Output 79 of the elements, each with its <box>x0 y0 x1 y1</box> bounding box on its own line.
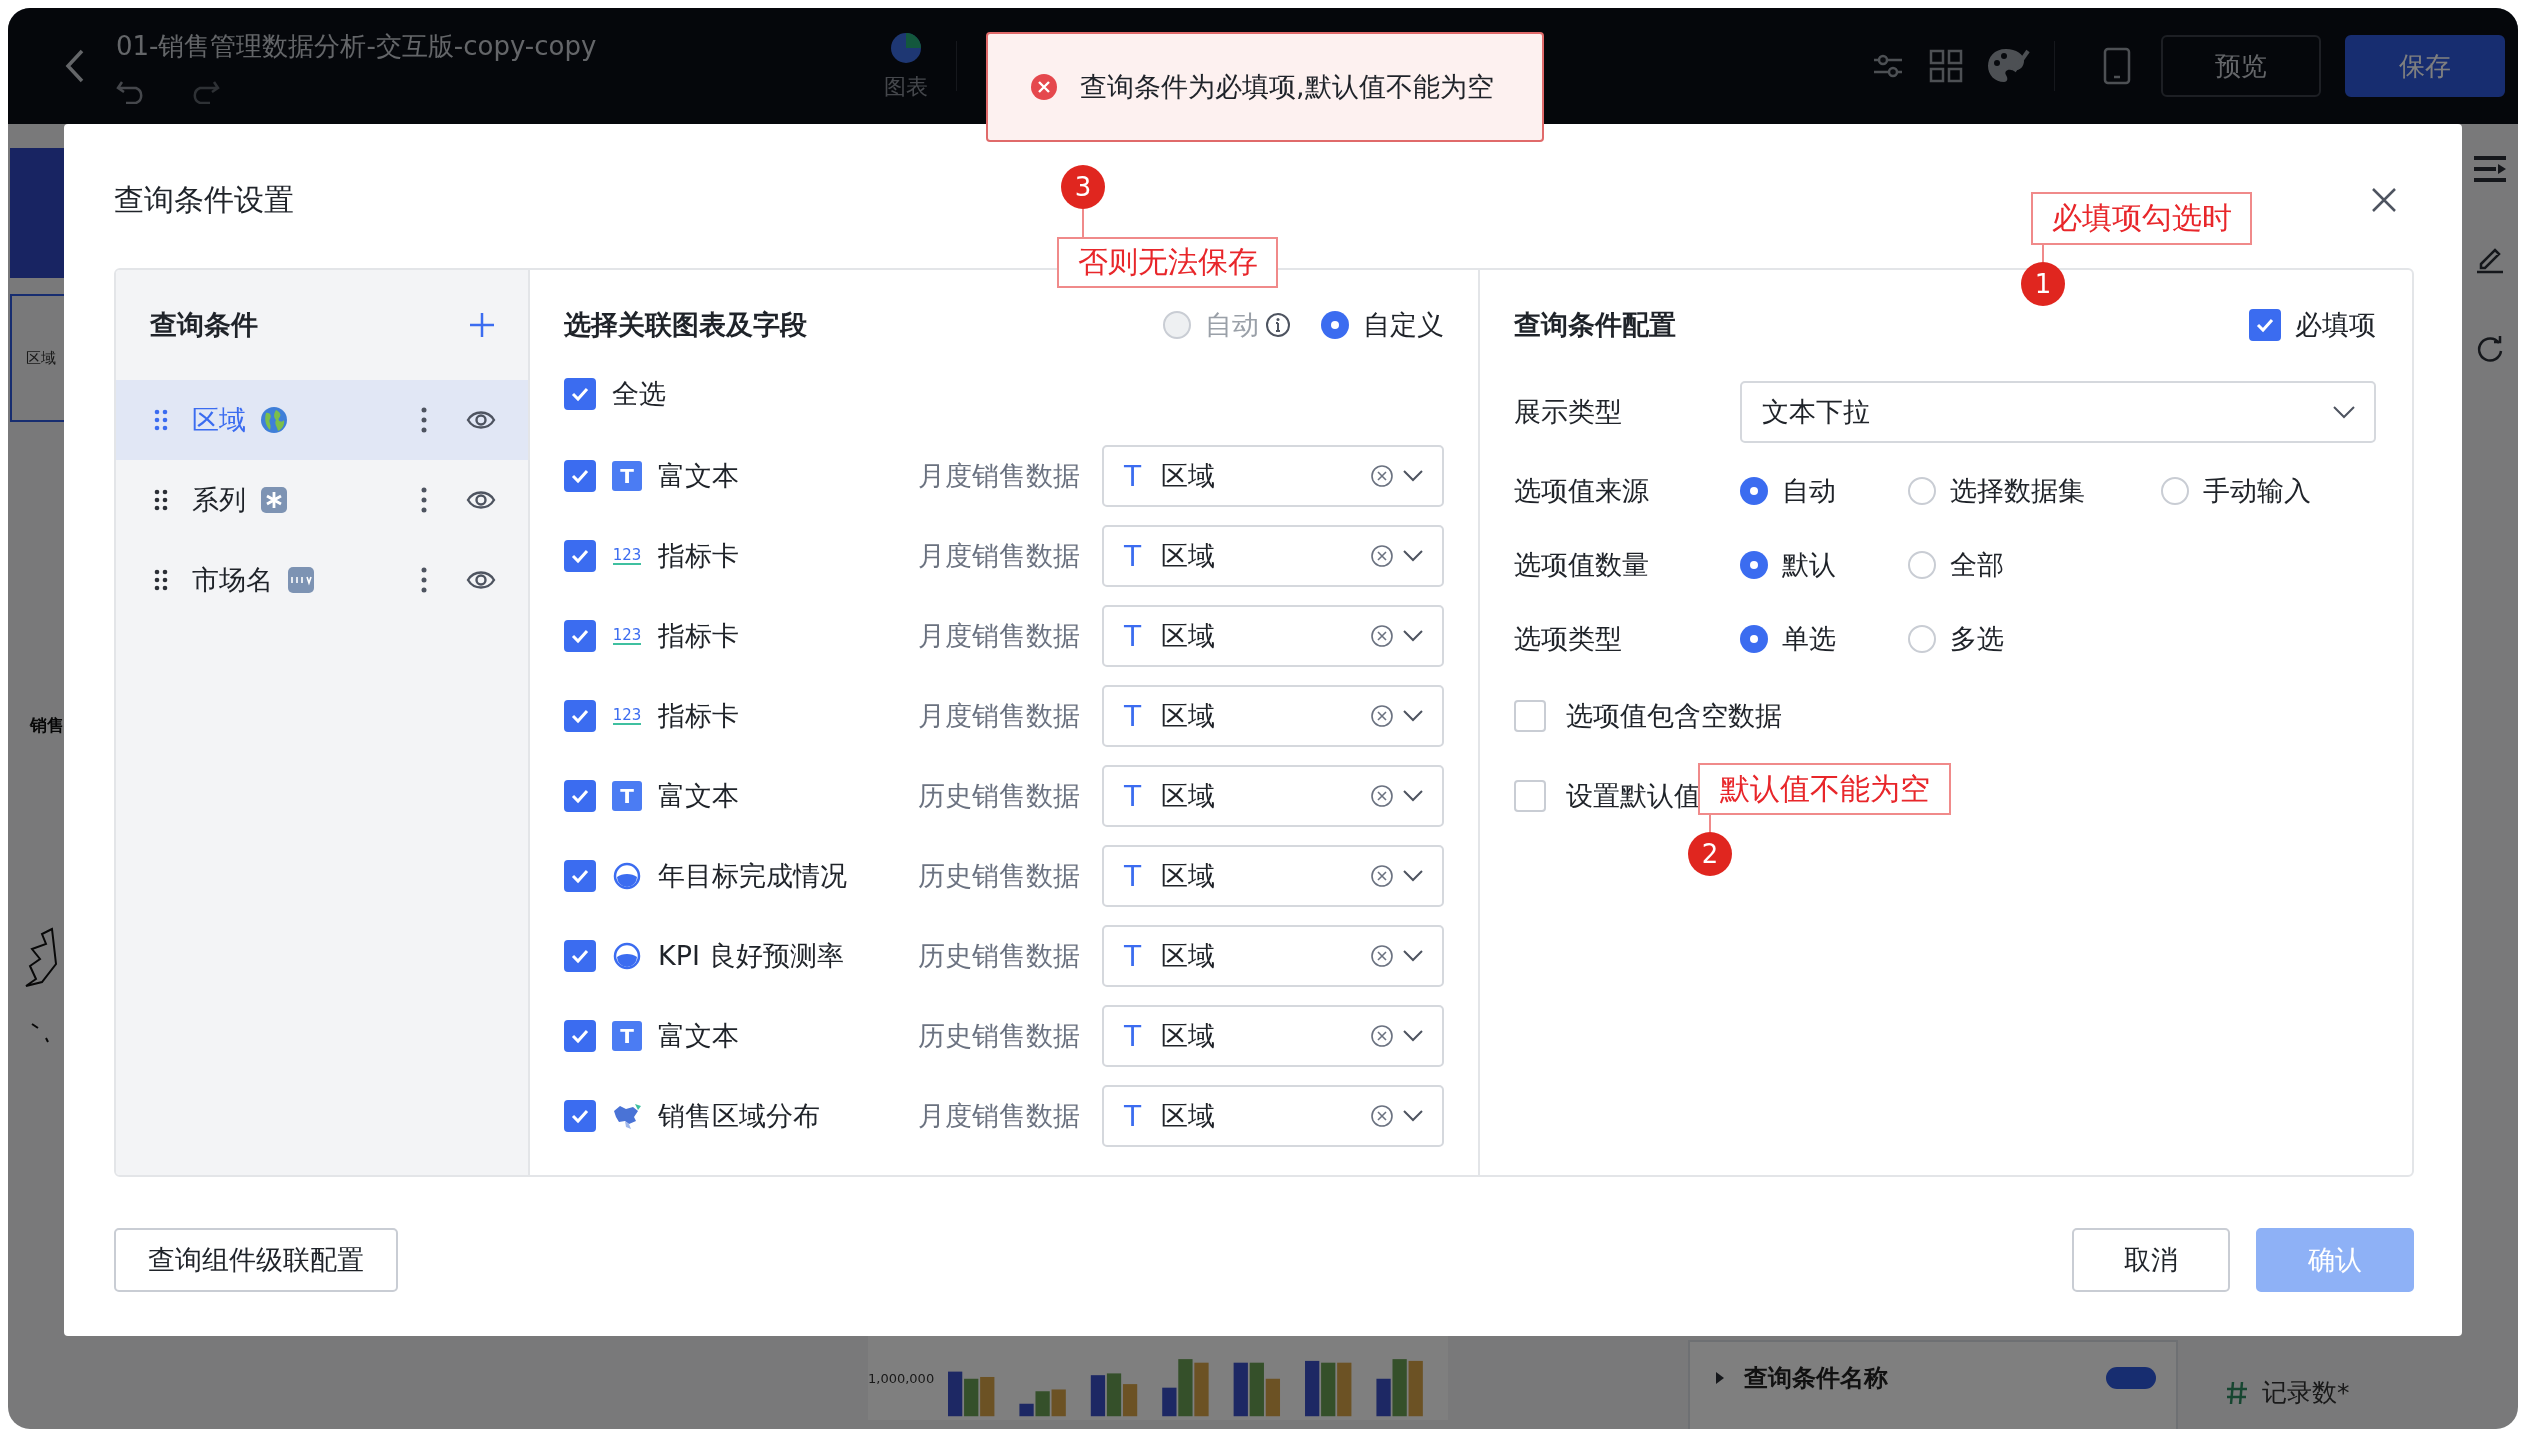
dataset-name: 月度销售数据 <box>918 539 1080 573</box>
radio-label[interactable]: 默认 <box>1782 547 1836 583</box>
condition-item[interactable]: 系列 <box>116 460 528 540</box>
chart-name: 指标卡 <box>658 699 740 733</box>
field-select[interactable]: T 区域 <box>1102 765 1444 827</box>
condition-label: 系列 <box>192 483 246 517</box>
checkbox-label[interactable]: 选项值包含空数据 <box>1566 698 1782 734</box>
rich-text-icon: T <box>612 1021 642 1051</box>
field-type-icon: T <box>1124 939 1142 973</box>
chart-title: 销售 <box>30 714 64 737</box>
dataset-name: 历史销售数据 <box>918 859 1080 893</box>
chart-name: 富文本 <box>658 779 740 813</box>
field-select[interactable]: T 区域 <box>1102 845 1444 907</box>
cancel-button[interactable]: 取消 <box>2072 1228 2230 1292</box>
condition-item[interactable]: 市场名 <box>116 540 528 620</box>
field-type-icon: T <box>1124 1019 1142 1053</box>
radio-label[interactable]: 全部 <box>1950 547 2004 583</box>
condition-label: 区域 <box>192 403 246 437</box>
panel-title: 查询条件 <box>150 308 258 342</box>
chart-name: 富文本 <box>658 459 740 493</box>
dataset-name: 月度销售数据 <box>918 619 1080 653</box>
chart-name: 年目标完成情况 <box>658 859 848 893</box>
field-select[interactable]: T 区域 <box>1102 925 1444 987</box>
checkbox-label[interactable]: 全选 <box>612 376 666 412</box>
dataset-name: 历史销售数据 <box>918 1019 1080 1053</box>
field-label: 展示类型 <box>1514 395 1623 429</box>
condition-label: 市场名 <box>192 563 273 597</box>
annotation-note: 默认值不能为空 <box>1698 763 1951 815</box>
radio-label[interactable]: 多选 <box>1950 621 2004 657</box>
field-select[interactable]: T 区域 <box>1102 1085 1444 1147</box>
annotation-note: 必填项勾选时 <box>2031 192 2252 245</box>
field-type-icon: T <box>1124 699 1142 733</box>
dataset-name: 历史销售数据 <box>918 939 1080 973</box>
field-label: 选项类型 <box>1514 622 1623 656</box>
field-select[interactable]: T 区域 <box>1102 605 1444 667</box>
chart-name: 富文本 <box>658 1019 740 1053</box>
radio-label[interactable]: 单选 <box>1782 621 1836 657</box>
panel-title: 查询条件配置 <box>1514 308 1676 342</box>
field-type-icon: T <box>1124 779 1142 813</box>
dataset-name: 历史销售数据 <box>918 779 1080 813</box>
checkbox-label[interactable]: 必填项 <box>2295 307 2376 343</box>
chart-name: 销售区域分布 <box>658 1099 821 1133</box>
dataset-name: 月度销售数据 <box>918 459 1080 493</box>
field-type-icon: T <box>1124 459 1142 493</box>
checkbox-label[interactable]: 设置默认值 <box>1566 778 1701 814</box>
field-select[interactable]: T 区域 <box>1102 1005 1444 1067</box>
cascade-config-button[interactable]: 查询组件级联配置 <box>114 1228 398 1292</box>
panel-title: 选择关联图表及字段 <box>564 308 807 342</box>
display-type-select[interactable]: 文本下拉 <box>1740 381 2376 443</box>
field-type-icon: T <box>1124 619 1142 653</box>
error-message: 查询条件为必填项,默认值不能为空 <box>1080 70 1494 104</box>
field-select[interactable]: T 区域 <box>1102 445 1444 507</box>
chart-name: KPI 良好预测率 <box>658 939 845 973</box>
axis-tick-label: 1,000,000 <box>868 1371 935 1386</box>
field-type-icon: T <box>1124 539 1142 573</box>
widget-label: 区域 <box>26 348 56 368</box>
chart-name: 指标卡 <box>658 539 740 573</box>
field-select[interactable]: T 区域 <box>1102 685 1444 747</box>
radio-label[interactable]: 自定义 <box>1363 307 1444 343</box>
chart-name: 指标卡 <box>658 619 740 653</box>
field-select[interactable]: T 区域 <box>1102 525 1444 587</box>
preview-button[interactable]: 预览 <box>2161 35 2321 97</box>
radio-label[interactable]: 自动 <box>1782 473 1836 509</box>
panel-item-label[interactable]: 查询条件名称 <box>1744 1362 2088 1394</box>
rich-text-icon: T <box>612 781 642 811</box>
rich-text-icon: T <box>612 461 642 491</box>
condition-item[interactable]: 区域 <box>116 380 528 460</box>
document-title: 01-销售管理数据分析-交互版-copy-copy <box>116 29 598 63</box>
field-type-icon: T <box>1124 859 1142 893</box>
dataset-name: 月度销售数据 <box>918 1099 1080 1133</box>
field-label: 选项值数量 <box>1514 548 1650 582</box>
field-label: 选项值来源 <box>1514 474 1650 508</box>
field-label[interactable]: 记录数* <box>2262 1376 2350 1409</box>
radio-label[interactable]: 选择数据集 <box>1950 473 2085 509</box>
field-type-icon: T <box>1124 1099 1142 1133</box>
dialog-title: 查询条件设置 <box>114 181 294 219</box>
dataset-name: 月度销售数据 <box>918 699 1080 733</box>
radio-label[interactable]: 手动输入 <box>2203 473 2311 509</box>
annotation-note: 否则无法保存 <box>1057 237 1278 288</box>
